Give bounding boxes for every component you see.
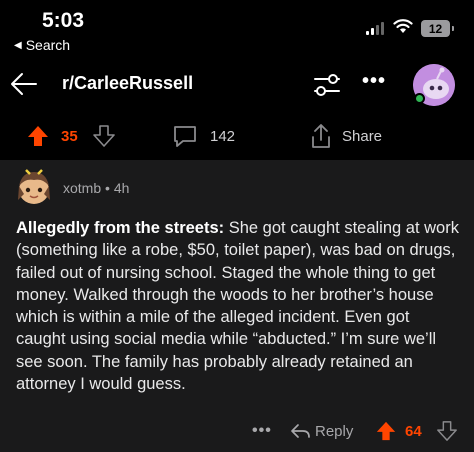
avatar[interactable]	[16, 168, 52, 206]
comment-body: Allegedly from the streets: She got caug…	[16, 217, 462, 395]
comment-bold-prefix: Allegedly from the streets:	[16, 219, 225, 237]
back-to-search-link[interactable]: ◀ Search	[14, 37, 70, 53]
comment-card: xotmb • 4h Allegedly from the streets: S…	[0, 160, 474, 452]
post-score: 35	[61, 128, 78, 145]
comment-author[interactable]: xotmb • 4h	[63, 180, 129, 196]
share-icon[interactable]	[309, 122, 333, 150]
comment-more-icon[interactable]: •••	[252, 422, 272, 440]
wifi-icon	[393, 19, 413, 33]
comment-text: She got caught stealing at work (somethi…	[16, 219, 459, 394]
upvote-icon[interactable]	[375, 419, 397, 443]
online-status-dot	[414, 93, 425, 104]
back-search-label: Search	[25, 37, 71, 53]
comment-count[interactable]: 142	[210, 128, 235, 145]
downvote-icon[interactable]	[436, 419, 458, 443]
signal-icon	[366, 22, 384, 35]
username[interactable]: xotmb	[63, 180, 101, 196]
status-bar: 5:03 ◀ Search 12	[0, 0, 474, 62]
share-button[interactable]: Share	[342, 128, 382, 145]
comment-score: 64	[405, 423, 422, 440]
comment-age: 4h	[113, 180, 130, 196]
reply-icon[interactable]	[289, 421, 311, 441]
more-options-icon[interactable]: •••	[362, 70, 386, 93]
comment-icon[interactable]	[172, 123, 198, 149]
battery-icon: 12	[421, 20, 454, 37]
back-triangle-icon: ◀	[14, 39, 22, 51]
subreddit-title[interactable]: r/CarleeRussell	[62, 73, 193, 94]
back-arrow-icon[interactable]	[8, 68, 40, 100]
reply-button[interactable]: Reply	[315, 423, 353, 440]
post-action-bar: 35 142 Share	[0, 114, 474, 158]
subreddit-header: r/CarleeRussell •••	[0, 62, 474, 110]
status-time: 5:03	[42, 9, 85, 32]
filter-icon[interactable]	[311, 70, 343, 100]
downvote-icon[interactable]	[92, 124, 116, 148]
separator: •	[105, 180, 110, 196]
upvote-icon[interactable]	[26, 124, 50, 148]
